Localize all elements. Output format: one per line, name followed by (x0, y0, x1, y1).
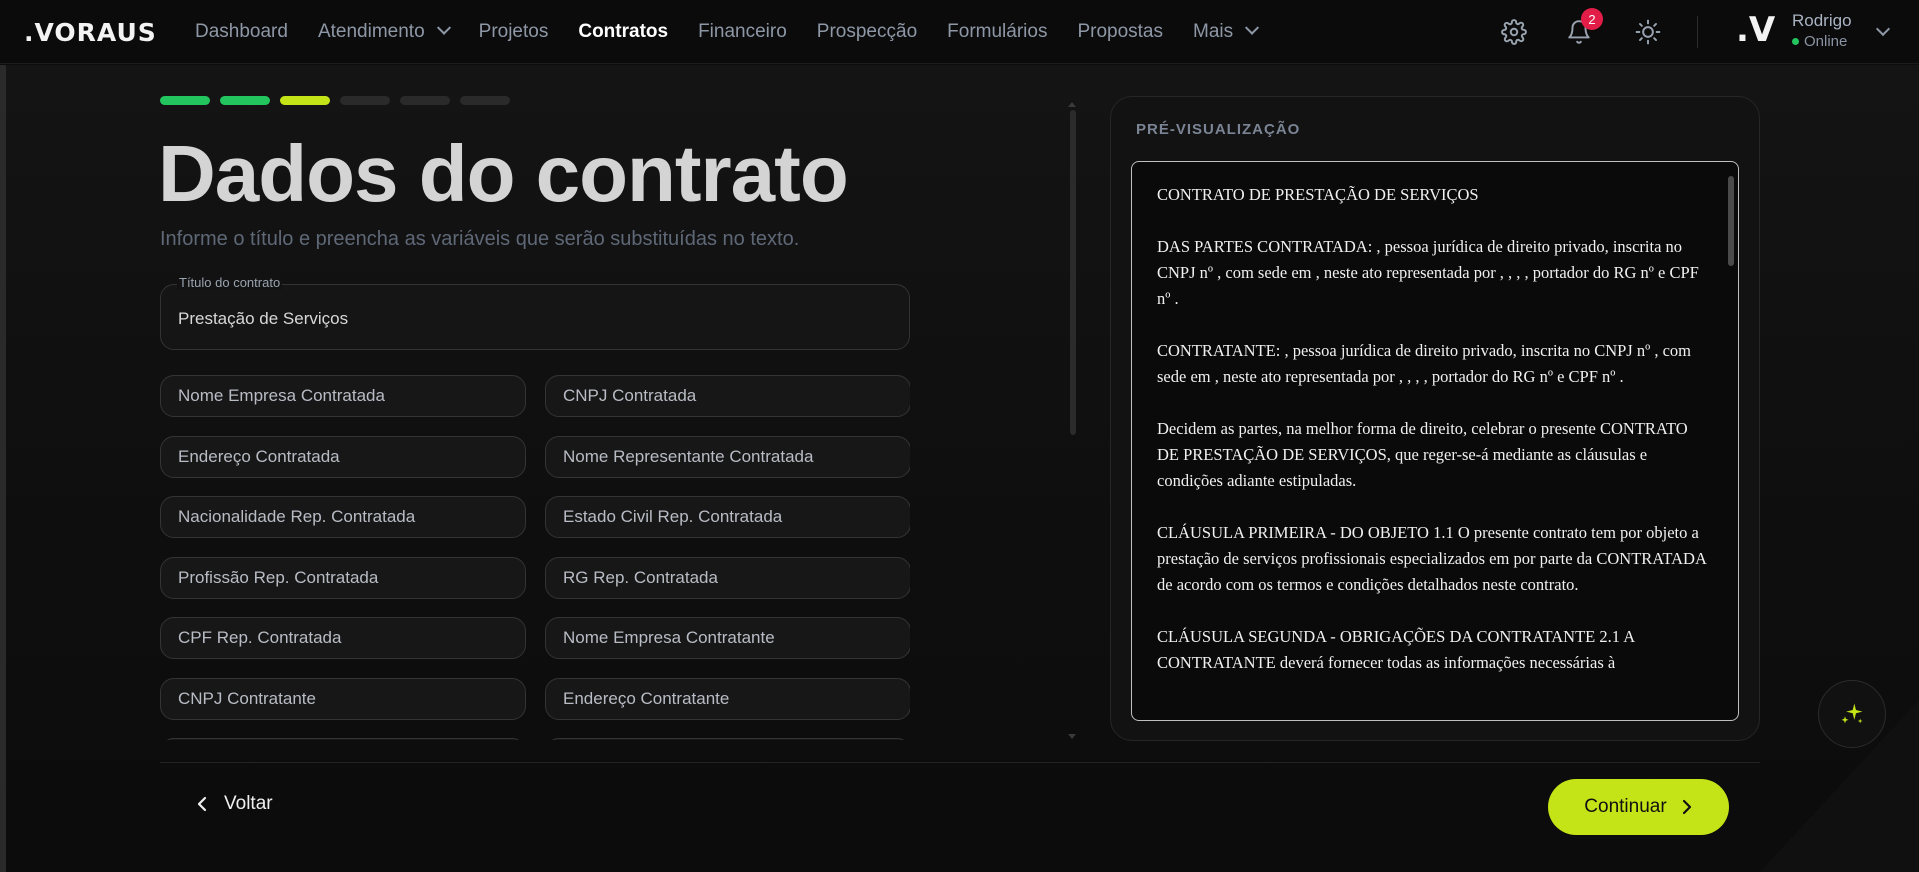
preview-paragraph: CONTRATO DE PRESTAÇÃO DE SERVIÇOS (1157, 185, 1479, 204)
gear-icon (1501, 19, 1527, 45)
preview-heading: PRÉ-VISUALIZAÇÃO (1136, 121, 1301, 138)
user-name[interactable]: Rodrigo (1792, 11, 1852, 31)
wizard-progress (160, 96, 510, 105)
nav-item-7[interactable]: Propostas (1062, 21, 1178, 43)
nav-item-4[interactable]: Financeiro (683, 21, 802, 43)
variable-input[interactable]: Nome Empresa Contratante (545, 617, 910, 659)
nav-item-label: Dashboard (195, 21, 288, 42)
form-scroll-up-icon[interactable] (1068, 102, 1076, 107)
preview-paragraph: CLÁUSULA PRIMEIRA - DO OBJETO 1.1 O pres… (1157, 523, 1706, 594)
contract-preview[interactable]: CONTRATO DE PRESTAÇÃO DE SERVIÇOS DAS PAR… (1131, 161, 1739, 721)
nav-item-label: Propostas (1077, 21, 1163, 42)
chevron-down-icon (436, 20, 451, 35)
nav-item-2[interactable]: Projetos (464, 21, 564, 43)
ai-assistant-button[interactable] (1818, 680, 1886, 748)
variable-input[interactable]: Nome Empresa Contratada (160, 375, 526, 417)
variable-input[interactable]: CNPJ Contratante (160, 677, 526, 720)
user-status: Online (1792, 33, 1847, 50)
nav-item-label: Contratos (578, 21, 669, 42)
variables-grid: Nome Empresa Contratada CNPJ Contratada En… (160, 375, 910, 740)
progress-step (400, 96, 450, 105)
contract-title-label: Título do contrato (177, 275, 283, 290)
variable-input[interactable]: Profissão Rep. Contratada (160, 556, 526, 599)
preview-paragraph: CLÁUSULA SEGUNDA - OBRIGAÇÕES DA CONTRAT… (1157, 627, 1635, 672)
variable-input[interactable]: CNPJ Contratada (545, 375, 910, 417)
progress-step (160, 96, 210, 105)
variable-input[interactable]: Estado Civil Rep. Contratada (545, 496, 910, 538)
nav-item-label: Financeiro (698, 21, 787, 42)
variable-input[interactable] (160, 738, 526, 740)
settings-button[interactable] (1496, 14, 1532, 50)
main-nav: Dashboard Atendimento Projetos Contratos Fin… (180, 0, 1272, 64)
online-status-dot (1792, 38, 1799, 45)
sparkles-icon (1841, 703, 1863, 724)
contract-preview-text: CONTRATO DE PRESTAÇÃO DE SERVIÇOS DAS PAR… (1157, 182, 1707, 702)
preview-paragraph: CONTRATANTE: , pessoa jurídica de direit… (1157, 341, 1692, 386)
nav-item-label: Mais (1193, 21, 1234, 42)
page-subtitle: Informe o título e preencha as variáveis… (160, 228, 800, 250)
progress-step (220, 96, 270, 105)
variable-input[interactable]: Nacionalidade Rep. Contratada (160, 496, 526, 538)
variable-input[interactable] (545, 738, 910, 740)
nav-item-0[interactable]: Dashboard (180, 21, 303, 43)
brand-logo[interactable]: .VORAUS (24, 18, 157, 47)
nav-item-6[interactable]: Formulários (932, 21, 1062, 43)
theme-toggle-button[interactable] (1630, 14, 1666, 50)
user-status-label: Online (1804, 33, 1848, 50)
nav-item-label: Atendimento (317, 21, 425, 42)
continue-button-label: Continuar (1584, 796, 1667, 817)
variable-input[interactable]: Endereço Contratada (160, 435, 526, 478)
continue-button[interactable]: Continuar (1548, 779, 1729, 835)
nav-item-label: Projetos (478, 21, 549, 42)
variable-input[interactable]: RG Rep. Contratada (545, 556, 910, 599)
preview-scrollbar[interactable] (1728, 176, 1734, 266)
chevron-right-icon (1682, 799, 1691, 815)
nav-item-label: Formulários (947, 21, 1048, 42)
avatar[interactable]: .V (1736, 10, 1775, 50)
nav-item-5[interactable]: Prospecção (802, 21, 932, 43)
form-scrollbar[interactable] (1070, 110, 1076, 435)
back-button[interactable]: Voltar (196, 793, 273, 815)
chevron-left-icon (197, 796, 207, 812)
variable-input[interactable]: CPF Rep. Contratada (160, 617, 526, 659)
nav-item-label: Prospecção (816, 21, 918, 42)
notification-count-badge: 2 (1581, 8, 1603, 30)
progress-step (280, 96, 330, 105)
page-title: Dados do contrato (158, 129, 849, 218)
progress-step (340, 96, 390, 105)
notifications-button[interactable]: 2 (1561, 8, 1603, 50)
sun-icon (1635, 19, 1661, 45)
form-scroll-down-icon[interactable] (1068, 734, 1076, 739)
contract-title-field[interactable]: Prestação de Serviços (160, 284, 910, 350)
nav-item-1[interactable]: Atendimento (303, 20, 464, 43)
chevron-down-icon (1245, 20, 1260, 35)
top-navbar: .VORAUS Dashboard Atendimento Projetos Cont… (0, 0, 1919, 64)
nav-item-8[interactable]: Mais (1178, 20, 1272, 43)
back-button-label: Voltar (224, 793, 273, 814)
variable-input[interactable]: Nome Representante Contratada (545, 435, 910, 478)
header-divider (1697, 16, 1698, 48)
preview-paragraph: Decidem as partes, na melhor forma de di… (1157, 419, 1688, 490)
progress-step (460, 96, 510, 105)
preview-paragraph: DAS PARTES CONTRATADA: , pessoa jurídica… (1157, 237, 1699, 308)
nav-item-3[interactable]: Contratos (563, 21, 683, 43)
user-menu-chevron-icon[interactable] (1875, 21, 1891, 37)
contract-title-input[interactable]: Prestação de Serviços (178, 309, 348, 329)
footer-divider (160, 762, 1760, 763)
variable-input[interactable]: Endereço Contratante (545, 677, 910, 720)
